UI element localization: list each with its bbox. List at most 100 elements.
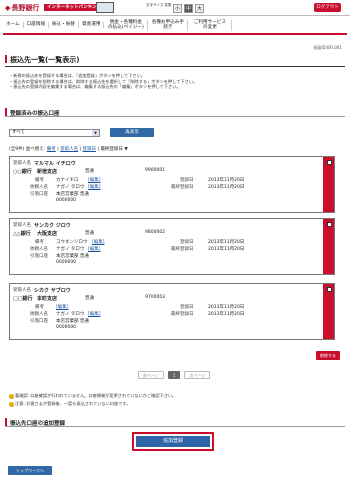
- add-button-highlight: 追加登録: [132, 432, 214, 451]
- filter-select[interactable]: すべて ▼: [9, 129, 100, 137]
- debit-account: 本店営業部 普通: [56, 319, 89, 324]
- top-page-button[interactable]: トップページへ: [8, 466, 52, 475]
- header: ◆長野銀行 インターネットバンキング 文字サイズ 変更 小 中 大 ログアウト: [0, 0, 350, 16]
- page-title: 振込先一覧(一覧表示): [5, 55, 345, 67]
- debit-number: 0000000: [56, 325, 77, 330]
- last-date-label: 最終登録日: [171, 185, 194, 190]
- note-line: ・振込先の登録内容を編集する場合は、編集する振込先の「編集」ボタンを押して下さい…: [9, 84, 181, 89]
- pagination: 前ページ 1 次ページ: [138, 371, 211, 379]
- sort-regdate-link[interactable]: 登録日: [83, 147, 97, 152]
- instructions: ・新規の振込先を登録する場合は、「追加登録」ボタンを押して下さい。 ・振込先の登…: [9, 73, 339, 90]
- recipient-name: シカク サブロウ: [34, 288, 71, 294]
- branch-name: 本町支店: [37, 296, 58, 302]
- account-number: 9800002: [145, 230, 166, 235]
- requester-label: 依頼人名: [30, 247, 48, 252]
- page-title-text: 振込先一覧(一覧表示): [10, 56, 80, 64]
- debit-number: 0000000: [56, 260, 77, 265]
- select-checkbox[interactable]: [327, 287, 332, 292]
- last-date: 2013年11月20日: [208, 247, 245, 252]
- requester-value: ナガノ タロウ: [56, 247, 85, 252]
- font-size-label: 文字サイズ 変更: [146, 3, 172, 7]
- main-nav: ホーム 口座情報 振込・振替 資産運用 税金・各種料金 の払込(ペイジー) 各種…: [3, 17, 347, 35]
- reg-date: 2013年11月20日: [208, 305, 245, 310]
- nav-assets[interactable]: 資産運用: [79, 22, 105, 28]
- payee-card: 受取人名 マルマル イチロウ ○○銀行 新宿支店 普通 9900001 備考 カ…: [9, 156, 335, 213]
- select-checkbox[interactable]: [327, 222, 332, 227]
- edit-requester-link[interactable]: [編集]: [88, 311, 101, 317]
- edit-requester-link[interactable]: [編集]: [88, 246, 101, 252]
- debit-label: 引落口座: [30, 192, 48, 197]
- account-number: 9900001: [145, 168, 166, 173]
- account-type: 普通: [85, 231, 94, 236]
- screen-id: 画面ID:BFL001: [313, 45, 342, 50]
- select-checkbox[interactable]: [327, 160, 332, 165]
- nav-applications[interactable]: 各種お申込み手 続き: [148, 19, 189, 31]
- nav-account[interactable]: 口座情報: [24, 22, 50, 28]
- recipient-name: サンカク ジロウ: [34, 223, 71, 229]
- memo-label: 備考: [35, 178, 44, 183]
- memo-label: 備考: [35, 305, 44, 310]
- add-section-title: 振込先口座の追加登録: [5, 418, 345, 427]
- nav-payeasy[interactable]: 税金・各種料金 の払込(ペイジー): [104, 19, 149, 31]
- account-type: 普通: [85, 296, 94, 301]
- sort-recipient-link[interactable]: 受取人名: [60, 147, 78, 152]
- requester-label: 依頼人名: [30, 185, 48, 190]
- bank-name: 長野銀行: [11, 4, 40, 12]
- memo-value: カナイチロ: [56, 178, 79, 183]
- pc-icon: [96, 2, 114, 13]
- reg-date-label: 登録日: [180, 305, 194, 310]
- delete-button[interactable]: 削除する: [316, 351, 340, 360]
- font-small-button[interactable]: 小: [173, 4, 182, 13]
- bank-name: △△銀行: [13, 231, 31, 237]
- reg-date: 2013年11月20日: [208, 240, 245, 245]
- sort-row: (全9件) 並べ替え: 備考 | 受取人名 | 登録日 | 最終登録日 ▼: [9, 147, 128, 152]
- warning-icon: !: [9, 394, 14, 399]
- requester-value: ナガノ タロウ: [56, 185, 85, 190]
- card-select-strip: [323, 284, 334, 339]
- logo-icon: ◆: [5, 4, 11, 12]
- sort-memo-link[interactable]: 備考: [47, 147, 56, 152]
- registered-section-title: 登録済みの振込口座: [5, 108, 345, 117]
- caution-text: お客さまが登録後、一度も振込されていない口座です。: [26, 401, 131, 406]
- sort-current: 最終登録日 ▼: [100, 147, 128, 152]
- warning-label: 要確認:: [15, 393, 29, 398]
- recipient-name: マルマル イチロウ: [34, 161, 76, 167]
- last-date: 2013年11月20日: [208, 185, 245, 190]
- prev-page-button[interactable]: 前ページ: [138, 371, 164, 379]
- nav-home[interactable]: ホーム: [3, 22, 24, 28]
- logout-button[interactable]: ログアウト: [314, 3, 341, 12]
- bank-name: ○○銀行: [13, 169, 32, 175]
- add-register-button[interactable]: 追加登録: [136, 436, 210, 447]
- caution-line: ! 注意: お客さまが登録後、一度も振込されていない口座です。: [9, 401, 130, 407]
- bank-logo[interactable]: ◆長野銀行: [5, 3, 39, 13]
- edit-memo-link[interactable]: [編集]: [88, 177, 101, 183]
- recipient-label: 受取人名: [13, 288, 31, 293]
- payee-card: 受取人名 サンカク ジロウ △△銀行 大阪支店 普通 9800002 備考 コウ…: [9, 218, 335, 275]
- edit-memo-link[interactable]: [編集]: [92, 239, 105, 245]
- current-page: 1: [167, 371, 181, 379]
- recipient-label: 受取人名: [13, 161, 31, 166]
- reg-date: 2013年11月20日: [208, 178, 245, 183]
- edit-requester-link[interactable]: [編集]: [88, 184, 101, 190]
- edit-memo-link[interactable]: [編集]: [56, 304, 69, 310]
- nav-services[interactable]: ご利用サービス の変更: [188, 19, 233, 31]
- font-mid-button[interactable]: 中: [184, 4, 193, 13]
- filter-value: すべて: [12, 130, 26, 135]
- title-marker: [5, 55, 7, 63]
- section-marker: [5, 418, 7, 426]
- caution-label: 注意:: [15, 401, 25, 406]
- requester-value: ナガノ タロウ: [56, 312, 85, 317]
- bank-name: □□銀行: [13, 296, 33, 302]
- recipient-label: 受取人名: [13, 223, 31, 228]
- memo-value: コウネンリロウ: [56, 240, 88, 245]
- font-large-button[interactable]: 大: [195, 4, 204, 13]
- redisplay-button[interactable]: 再表示: [110, 128, 154, 137]
- debit-account: 本店営業部 普通: [56, 254, 89, 259]
- nav-transfer[interactable]: 振込・振替: [49, 22, 80, 28]
- account-number: 9700003: [145, 295, 166, 300]
- debit-number: 0000000: [56, 198, 77, 203]
- caution-icon: !: [9, 402, 14, 407]
- card-select-strip: [323, 219, 334, 274]
- last-date-label: 最終登録日: [171, 247, 194, 252]
- next-page-button[interactable]: 次ページ: [184, 371, 211, 379]
